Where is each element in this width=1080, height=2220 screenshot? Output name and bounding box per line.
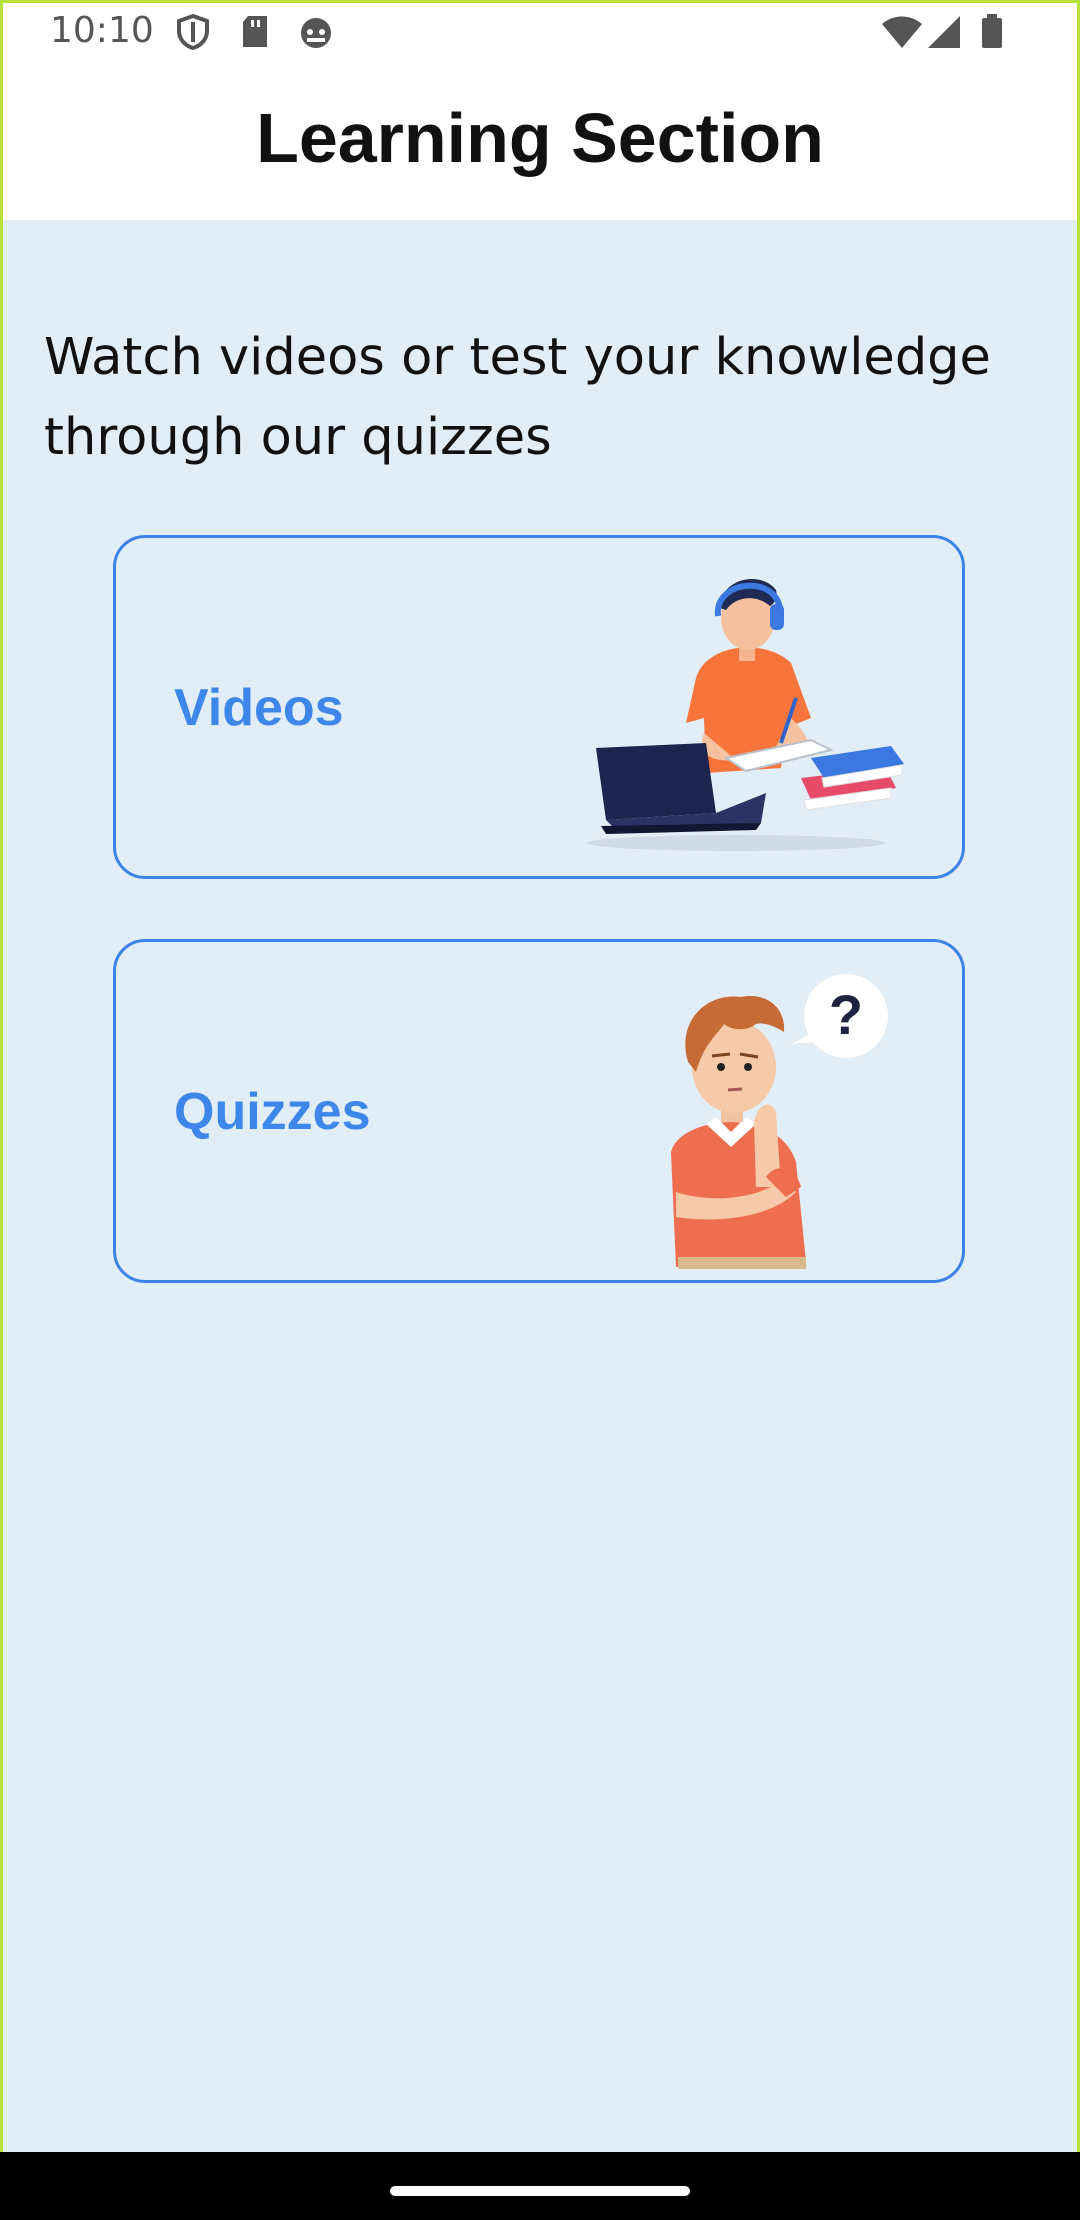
- app-header: Learning Section: [0, 64, 1080, 220]
- page-title: Learning Section: [256, 99, 824, 177]
- status-bar: 10:10: [0, 0, 1080, 64]
- quizzes-card[interactable]: Quizzes ?: [113, 939, 965, 1283]
- svg-text:?: ?: [829, 983, 863, 1046]
- videos-card[interactable]: Videos: [113, 535, 965, 879]
- navigation-bar: [0, 2152, 1080, 2220]
- status-time: 10:10: [50, 10, 154, 51]
- quizzes-card-label: Quizzes: [174, 1083, 371, 1141]
- student-laptop-illustration: [586, 578, 904, 851]
- battery-icon: [980, 14, 1004, 55]
- sd-card-icon: [240, 14, 270, 55]
- videos-card-label: Videos: [174, 679, 344, 737]
- shield-icon: [176, 13, 210, 55]
- android-debug-icon: [297, 14, 335, 55]
- signal-icon: [926, 14, 962, 55]
- wifi-icon: [880, 14, 924, 55]
- intro-text: Watch videos or test your knowledge thro…: [44, 328, 991, 467]
- thinking-boy-illustration: ?: [671, 974, 888, 1269]
- home-indicator[interactable]: [390, 2186, 690, 2196]
